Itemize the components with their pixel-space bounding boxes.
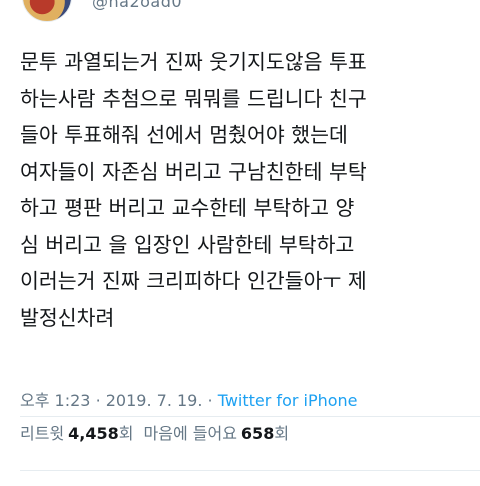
likes-unit: 회 <box>274 424 290 443</box>
retweets-stat[interactable]: 리트윗 4,458회 <box>20 420 134 444</box>
meta-separator: · <box>95 391 101 410</box>
retweets-label: 리트윗 <box>20 424 65 443</box>
retweets-unit: 회 <box>118 424 134 443</box>
tweet-meta: 오후 1:23 · 2019. 7. 19. · Twitter for iPh… <box>20 387 358 411</box>
tweet-text-line: 심 버리고 을 입장인 사람한테 부탁하고 <box>20 232 355 257</box>
likes-label: 마음에 들어요 <box>143 424 237 443</box>
tweet-text-line: 하는사람 추첨으로 뭐뭐를 드립니다 친구 <box>20 86 367 111</box>
tweet-date[interactable]: 2019. 7. 19. <box>106 391 203 410</box>
likes-count: 658 <box>240 424 275 443</box>
tweet-text-line: 여자들이 자존심 버리고 구남친한테 부탁 <box>20 159 367 184</box>
tweet-stats: 리트윗 4,458회 마음에 들어요 658회 <box>20 417 289 447</box>
tweet-text-line: 이러는거 진짜 크리피하다 인간들아ㅜ 제 <box>20 269 367 293</box>
tweet-text-line: 들아 투표해줘 선에서 멈췄어야 했는데 <box>20 123 348 147</box>
tweet-text-line: 발정신차려 <box>20 305 115 330</box>
tweet-text-line: 하고 평판 버리고 교수한테 부탁하고 양 <box>20 196 355 220</box>
tweet-text: 문투 과열되는거 진짜 웃기지도않음 투표 하는사람 추첨으로 뭐뭐를 드립니다… <box>20 44 466 336</box>
tweet-source-link[interactable]: Twitter for iPhone <box>218 391 358 410</box>
author-handle[interactable]: @na2oad0 <box>92 0 182 11</box>
meta-separator: · <box>207 391 213 410</box>
retweets-count: 4,458 <box>68 424 119 443</box>
tweet-time[interactable]: 오후 1:23 <box>20 391 90 410</box>
tweet-header: @na2oad0 <box>0 0 480 22</box>
divider <box>20 470 480 471</box>
tweet-text-line: 문투 과열되는거 진짜 웃기지도않음 투표 <box>20 50 367 74</box>
avatar[interactable] <box>22 0 72 22</box>
likes-stat[interactable]: 마음에 들어요 658회 <box>144 420 290 444</box>
